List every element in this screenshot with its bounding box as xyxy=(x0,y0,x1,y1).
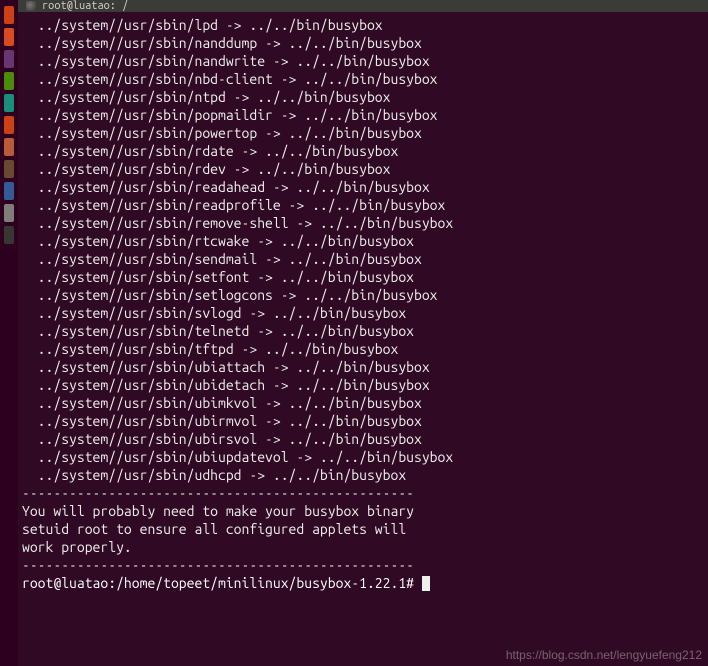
terminal-line: ../system//usr/sbin/ntpd -> ../../bin/bu… xyxy=(22,88,708,106)
launcher-item-0[interactable] xyxy=(4,6,14,24)
terminal-line: ../system//usr/sbin/ubirmvol -> ../../bi… xyxy=(22,412,708,430)
terminal-line: ../system//usr/sbin/remove-shell -> ../.… xyxy=(22,214,708,232)
terminal-line: ../system//usr/sbin/setfont -> ../../bin… xyxy=(22,268,708,286)
terminal-line: ../system//usr/sbin/rdate -> ../../bin/b… xyxy=(22,142,708,160)
terminal-line: setuid root to ensure all configured app… xyxy=(22,520,708,538)
shell-prompt: root@luatao:/home/topeet/minilinux/busyb… xyxy=(22,575,422,591)
terminal-line: You will probably need to make your busy… xyxy=(22,502,708,520)
terminal-line: ../system//usr/sbin/nbd-client -> ../../… xyxy=(22,70,708,88)
launcher-item-8[interactable] xyxy=(4,182,14,200)
terminal-line: ../system//usr/sbin/powertop -> ../../bi… xyxy=(22,124,708,142)
terminal-line: ../system//usr/sbin/ubiattach -> ../../b… xyxy=(22,358,708,376)
terminal-line: ../system//usr/sbin/lpd -> ../../bin/bus… xyxy=(22,16,708,34)
terminal-line: ../system//usr/sbin/readprofile -> ../..… xyxy=(22,196,708,214)
terminal-line: ../system//usr/sbin/svlogd -> ../../bin/… xyxy=(22,304,708,322)
terminal-line: ../system//usr/sbin/sendmail -> ../../bi… xyxy=(22,250,708,268)
launcher-item-10[interactable] xyxy=(4,226,14,244)
terminal-line: ../system//usr/sbin/setlogcons -> ../../… xyxy=(22,286,708,304)
terminal-line: ../system//usr/sbin/ubiupdatevol -> ../.… xyxy=(22,448,708,466)
terminal-line: ../system//usr/sbin/rtcwake -> ../../bin… xyxy=(22,232,708,250)
desktop: root@luatao: / ../system//usr/sbin/lpd -… xyxy=(0,0,708,666)
cursor xyxy=(422,576,430,591)
launcher-item-9[interactable] xyxy=(4,204,14,222)
launcher-item-7[interactable] xyxy=(4,160,14,178)
terminal-line: ../system//usr/sbin/tftpd -> ../../bin/b… xyxy=(22,340,708,358)
terminal-line: ../system//usr/sbin/popmaildir -> ../../… xyxy=(22,106,708,124)
terminal-line: ../system//usr/sbin/rdev -> ../../bin/bu… xyxy=(22,160,708,178)
terminal-line: ../system//usr/sbin/nanddump -> ../../bi… xyxy=(22,34,708,52)
terminal-line: ../system//usr/sbin/udhcpd -> ../../bin/… xyxy=(22,466,708,484)
terminal-line: ----------------------------------------… xyxy=(22,556,708,574)
terminal-line: ../system//usr/sbin/readahead -> ../../b… xyxy=(22,178,708,196)
terminal-line: ----------------------------------------… xyxy=(22,484,708,502)
terminal-output[interactable]: ../system//usr/sbin/lpd -> ../../bin/bus… xyxy=(18,12,708,666)
launcher-item-2[interactable] xyxy=(4,50,14,68)
terminal-line: work properly. xyxy=(22,538,708,556)
terminal-icon xyxy=(26,1,36,11)
terminal-line: ../system//usr/sbin/ubidetach -> ../../b… xyxy=(22,376,708,394)
terminal-prompt-line: root@luatao:/home/topeet/minilinux/busyb… xyxy=(22,574,708,592)
window-title: root@luatao: / xyxy=(42,0,128,12)
window-titlebar[interactable]: root@luatao: / xyxy=(18,0,708,12)
launcher-item-4[interactable] xyxy=(4,94,14,112)
launcher-item-3[interactable] xyxy=(4,72,14,90)
terminal-line: ../system//usr/sbin/telnetd -> ../../bin… xyxy=(22,322,708,340)
terminal-line: ../system//usr/sbin/ubimkvol -> ../../bi… xyxy=(22,394,708,412)
unity-launcher[interactable] xyxy=(0,0,18,666)
terminal-line: ../system//usr/sbin/nandwrite -> ../../b… xyxy=(22,52,708,70)
terminal-line: ../system//usr/sbin/ubirsvol -> ../../bi… xyxy=(22,430,708,448)
launcher-item-5[interactable] xyxy=(4,116,14,134)
launcher-item-6[interactable] xyxy=(4,138,14,156)
launcher-item-1[interactable] xyxy=(4,28,14,46)
